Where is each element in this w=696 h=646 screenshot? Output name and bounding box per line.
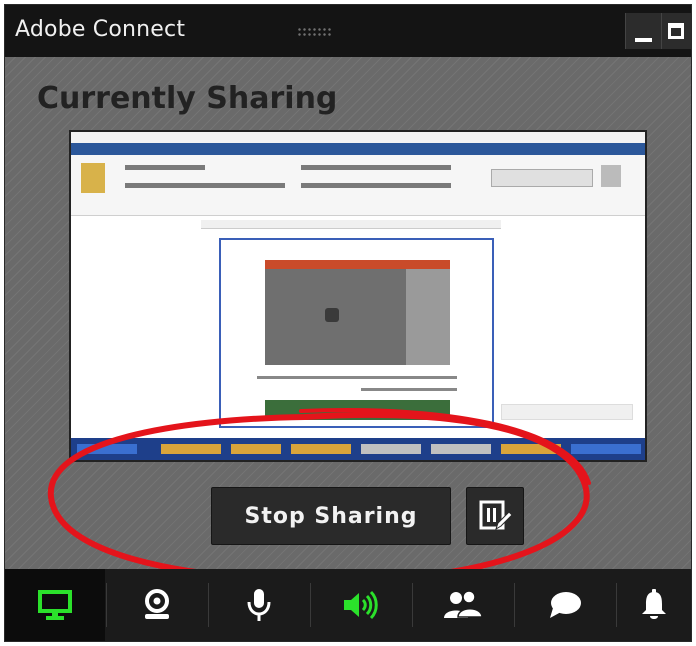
chat-bubble-icon <box>550 592 581 618</box>
preview-ribbon-tabs <box>71 143 645 155</box>
preview-ribbon <box>71 155 645 216</box>
preview-titlebar <box>71 132 645 143</box>
title-bar[interactable]: Adobe Connect <box>5 5 691 57</box>
minimize-button[interactable] <box>625 13 661 49</box>
sharing-panel: Currently Sharing Stop Sharing <box>5 57 691 569</box>
bell-icon <box>642 589 666 619</box>
adobe-connect-window: Adobe Connect Currently Sharing Stop Sha… <box>4 4 692 642</box>
webcam-icon <box>145 589 169 619</box>
panel-heading: Currently Sharing <box>37 81 338 116</box>
window-title: Adobe Connect <box>15 17 186 42</box>
preview-embedded-screenshot <box>265 260 450 365</box>
preview-taskbar <box>71 438 645 460</box>
speaker-icon <box>344 590 378 620</box>
preview-document-page <box>219 238 494 428</box>
chat-button[interactable] <box>515 569 615 641</box>
annotate-icon <box>479 500 512 531</box>
notifications-button[interactable] <box>617 569 691 641</box>
share-screen-button[interactable] <box>5 569 105 641</box>
attendees-icon <box>444 590 483 618</box>
drag-grip-icon[interactable] <box>297 27 331 37</box>
attendees-button[interactable] <box>413 569 513 641</box>
monitor-icon <box>38 590 72 620</box>
annotate-button[interactable] <box>466 487 524 545</box>
microphone-icon <box>247 589 271 621</box>
stop-sharing-button[interactable]: Stop Sharing <box>211 487 451 545</box>
microphone-button[interactable] <box>209 569 309 641</box>
maximize-button[interactable] <box>661 13 691 49</box>
shared-screen-preview <box>69 130 647 462</box>
webcam-button[interactable] <box>107 569 207 641</box>
speaker-button[interactable] <box>311 569 411 641</box>
bottom-toolbar <box>5 569 691 641</box>
minimize-icon <box>635 38 652 42</box>
preview-ruler <box>201 220 501 229</box>
maximize-icon <box>668 23 684 39</box>
